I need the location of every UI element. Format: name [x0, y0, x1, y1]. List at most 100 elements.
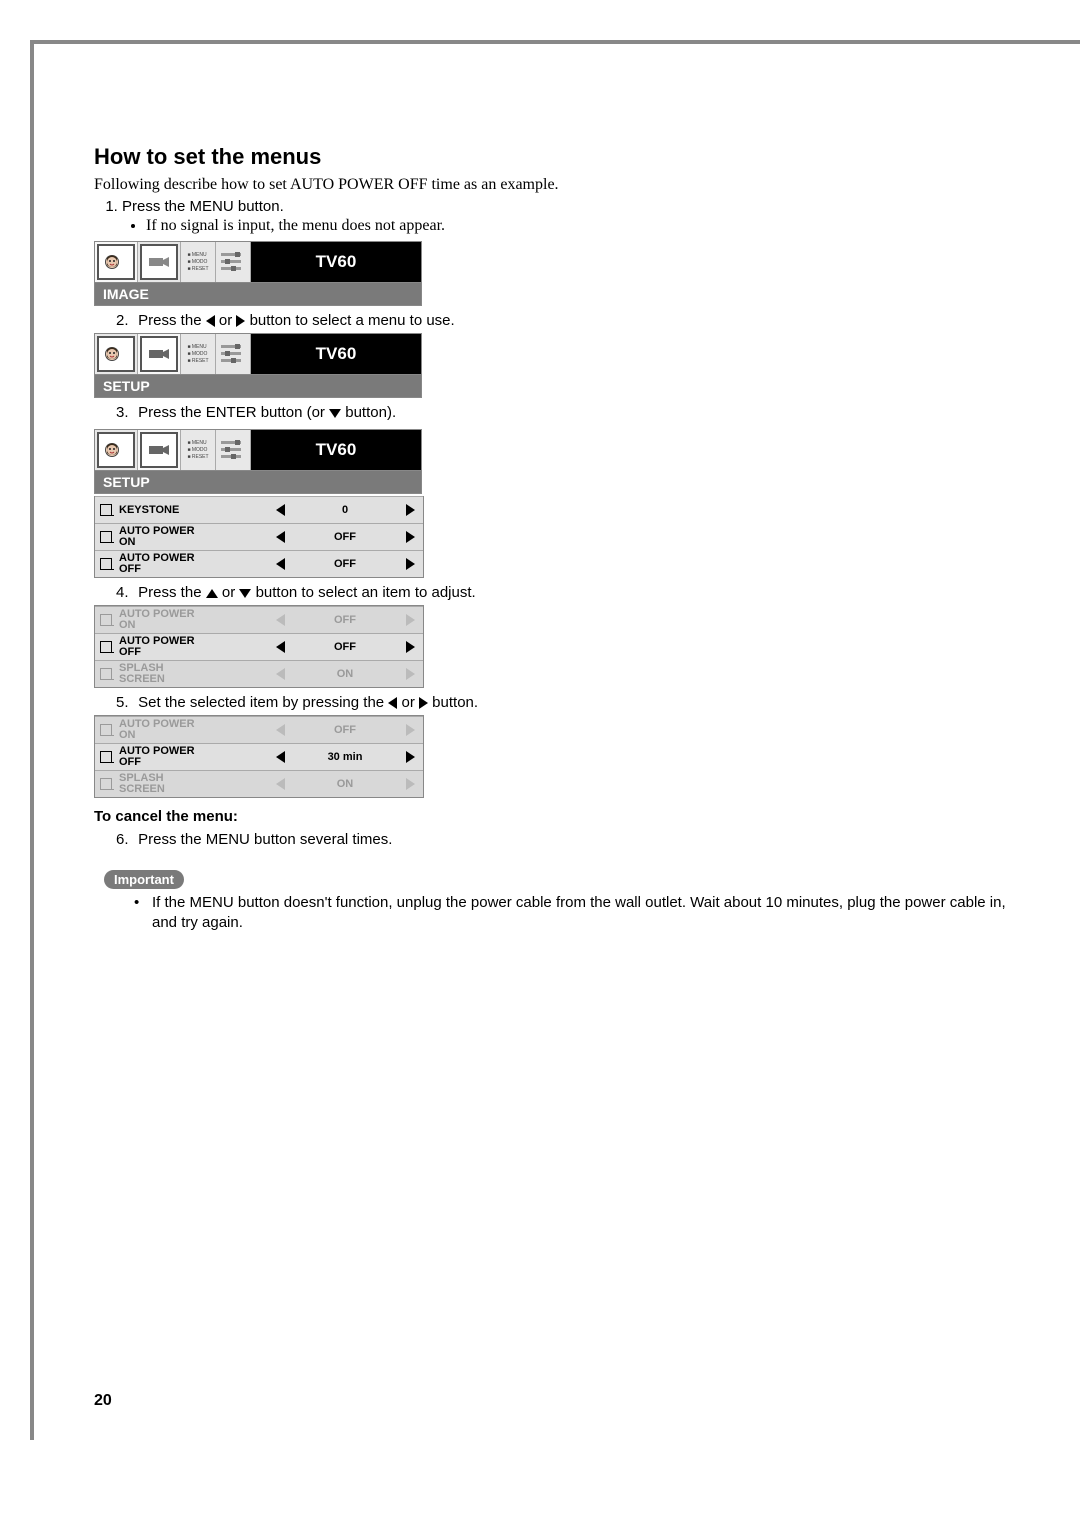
osd-menu-name: SETUP [94, 375, 422, 398]
step-5-text-a: Set the selected item by pressing the [138, 694, 388, 711]
select-item-list: AUTO POWERONOFFAUTO POWEROFFOFFSPLASHSCR… [94, 605, 424, 688]
right-arrow-icon [419, 697, 428, 709]
setting-value: ON [293, 778, 397, 790]
reset-label: RESET [192, 358, 209, 364]
mode-label: MODO [192, 447, 208, 453]
tv-mode-label: TV60 [251, 430, 421, 470]
setting-row: AUTO POWEROFF OFF [95, 550, 423, 577]
list-tab-icon: ■ MENU ■ MODO ■ RESET [181, 334, 216, 374]
decrease-arrow-icon [267, 504, 293, 516]
row-icon [95, 558, 117, 570]
setup-settings-list: KEYSTONE 0 AUTO POWERONOFF AUTO POWEROFF OFF [94, 496, 424, 578]
setting-value: OFF [293, 641, 397, 653]
setting-row: AUTO POWERONOFF [95, 523, 423, 550]
list-tab-icon: ■ MENU ■ MODO ■ RESET [181, 430, 216, 470]
setting-label: SPLASHSCREEN [117, 773, 267, 795]
page-title: How to set the menus [94, 144, 1020, 170]
setting-row: AUTO POWERON OFF [95, 716, 423, 743]
increase-arrow-icon [397, 724, 423, 736]
setting-label: AUTO POWEROFF [117, 553, 267, 575]
sliders-tab-icon [216, 242, 251, 282]
setting-value: 0 [293, 504, 397, 516]
row-icon [95, 751, 117, 763]
left-arrow-icon [388, 697, 397, 709]
setting-value: OFF [293, 531, 397, 543]
setting-value: OFF [293, 558, 397, 570]
decrease-arrow-icon [267, 724, 293, 736]
step-5-text-c: button. [432, 694, 478, 711]
row-icon [95, 531, 117, 543]
important-label: Important [104, 870, 184, 889]
step-2-text-b: or [219, 312, 237, 329]
setting-row: KEYSTONE 0 [95, 496, 423, 523]
decrease-arrow-icon [267, 751, 293, 763]
decrease-arrow-icon [267, 641, 293, 653]
decrease-arrow-icon [267, 614, 293, 626]
step-6: 6. Press the MENU button several times. [116, 831, 1020, 848]
osd-icon-strip: ■ MENU ■ MODO ■ RESET TV60 [94, 241, 422, 283]
setting-row: AUTO POWEROFFOFF [95, 633, 423, 660]
mode-label: MODO [192, 351, 208, 357]
mode-label: MODO [192, 259, 208, 265]
decrease-arrow-icon [267, 558, 293, 570]
step-6-text: Press the MENU button several times. [138, 831, 392, 848]
right-arrow-icon [236, 315, 245, 327]
tv-mode-label: TV60 [251, 334, 421, 374]
image-tab-icon [95, 242, 138, 282]
video-tab-icon [138, 242, 181, 282]
step-list: Press the MENU button. If no signal is i… [94, 198, 1020, 235]
step-1-note: If no signal is input, the menu does not… [146, 217, 1020, 235]
osd-icon-strip: ■ MENU ■ MODO ■ RESET TV60 [94, 333, 422, 375]
osd-menu-name: SETUP [94, 471, 422, 494]
sliders-tab-icon [216, 430, 251, 470]
setting-label: AUTO POWERON [117, 609, 267, 631]
osd-menu-setup-header: ■ MENU ■ MODO ■ RESET TV60 SETUP [94, 333, 422, 398]
decrease-arrow-icon [267, 531, 293, 543]
step-2-text-c: button to select a menu to use. [250, 312, 455, 329]
setting-value: 30 min [293, 751, 397, 763]
reset-label: RESET [192, 266, 209, 272]
row-icon [95, 504, 117, 516]
intro-text: Following describe how to set AUTO POWER… [94, 176, 1020, 194]
step-4-text-c: button to select an item to adjust. [256, 584, 476, 601]
step-1: Press the MENU button. If no signal is i… [122, 198, 1020, 235]
step-2: 2. Press the or button to select a menu … [116, 312, 1020, 329]
setting-value: OFF [293, 614, 397, 626]
increase-arrow-icon [397, 531, 423, 543]
setting-row: SPLASHSCREEN ON [95, 770, 423, 797]
decrease-arrow-icon [267, 668, 293, 680]
setting-label: AUTO POWERON [117, 719, 267, 741]
step-5: 5. Set the selected item by pressing the… [116, 694, 1020, 711]
step-3-text-b: button). [345, 404, 396, 421]
increase-arrow-icon [397, 778, 423, 790]
setting-value: OFF [293, 724, 397, 736]
row-icon [95, 641, 117, 653]
set-item-list: AUTO POWERON OFF AUTO POWEROFF 30 min SPLASH… [94, 715, 424, 798]
setting-value: ON [293, 668, 397, 680]
setting-row: SPLASHSCREEN ON [95, 660, 423, 687]
setting-label: KEYSTONE [117, 505, 267, 516]
cancel-heading: To cancel the menu: [94, 808, 1020, 825]
step-4-text-a: Press the [138, 584, 206, 601]
osd-menu-setup-full: ■ MENU ■ MODO ■ RESET TV60 SETUP [94, 429, 422, 494]
row-icon [95, 778, 117, 790]
decrease-arrow-icon [267, 778, 293, 790]
setting-label: AUTO POWEROFF [117, 746, 267, 768]
setting-label: SPLASHSCREEN [117, 663, 267, 685]
list-tab-icon: ■ MENU ■ MODO ■ RESET [181, 242, 216, 282]
step-2-text-a: Press the [138, 312, 206, 329]
down-arrow-icon [329, 409, 341, 418]
row-icon [95, 668, 117, 680]
menu-label: MENU [192, 440, 207, 446]
increase-arrow-icon [397, 668, 423, 680]
image-tab-icon [95, 430, 138, 470]
increase-arrow-icon [397, 558, 423, 570]
video-tab-icon [138, 430, 181, 470]
increase-arrow-icon [397, 751, 423, 763]
important-note: If the MENU button doesn't function, unp… [134, 893, 1020, 934]
osd-icon-strip: ■ MENU ■ MODO ■ RESET TV60 [94, 429, 422, 471]
osd-menu-image: ■ MENU ■ MODO ■ RESET TV60 IMAGE [94, 241, 422, 306]
osd-menu-name: IMAGE [94, 283, 422, 306]
step-4: 4. Press the or button to select an item… [116, 584, 1020, 601]
setting-row: AUTO POWERON OFF [95, 606, 423, 633]
